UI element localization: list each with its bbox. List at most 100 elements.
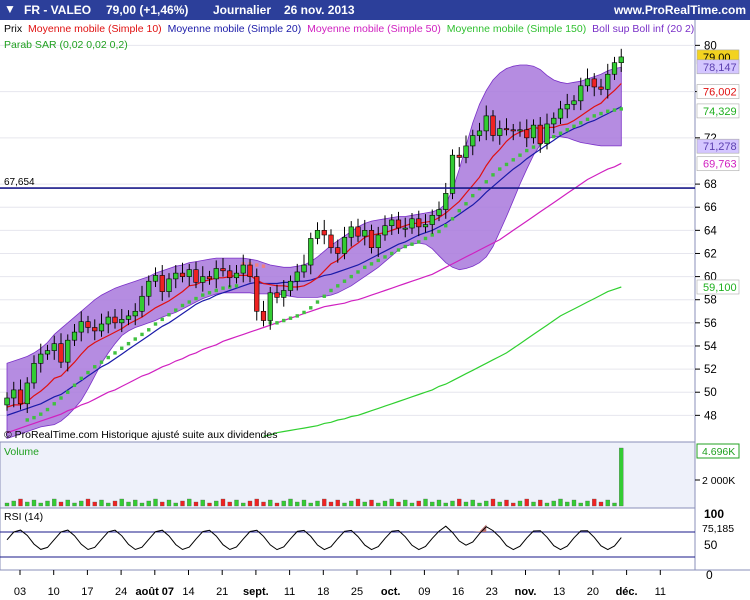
volume-bar [578, 502, 583, 507]
rsi-tick-0: 0 [706, 568, 713, 582]
sar-dot [32, 415, 36, 420]
site-name[interactable]: www.ProRealTime.com [614, 3, 746, 17]
sar-dot [336, 284, 340, 288]
sar-dot [410, 242, 414, 246]
candle-body [17, 389, 24, 405]
last-price: 79,00 (+1,46%) [106, 3, 189, 17]
sar-dot [99, 360, 104, 364]
sar-dot [572, 124, 576, 128]
sar-dot [342, 279, 347, 283]
price-tag-text: 69,763 [703, 159, 737, 171]
sar-dot [315, 300, 320, 304]
sar-dot [180, 303, 185, 308]
volume-bar [470, 499, 475, 507]
candle-body [335, 247, 341, 254]
candle-body [11, 389, 17, 399]
volume-bar [133, 499, 138, 507]
sar-dot [417, 240, 421, 244]
sar-dot [52, 402, 56, 406]
volume-bar [187, 498, 192, 507]
volume-bar [517, 500, 523, 507]
volume-bar [592, 498, 597, 507]
candle-body [618, 56, 624, 63]
candle-body [524, 129, 530, 139]
volume-bar [301, 499, 307, 507]
sar-dot [66, 390, 70, 394]
volume-bar [369, 499, 374, 507]
volume-bar [450, 500, 455, 507]
volume-bar [524, 498, 529, 507]
sar-dot [147, 328, 151, 332]
instrument-name: FR - VALEO [24, 3, 92, 17]
volume-bar [38, 502, 43, 507]
sar-dot [565, 128, 569, 132]
volume-bar [443, 502, 448, 507]
sar-dot [261, 264, 266, 268]
price-tag-text: 59,100 [703, 282, 737, 294]
level-label: 67,654 [4, 177, 35, 188]
chart-window: ▼ FR - VALEO 79,00 (+1,46%) Journalier 2… [0, 0, 750, 600]
candle-body [328, 234, 334, 248]
sar-dot [329, 288, 333, 293]
candle-body [4, 397, 10, 406]
volume-bar [612, 502, 617, 507]
volume-bar [504, 499, 509, 507]
volume-bar [261, 501, 266, 507]
candle-body [584, 78, 591, 87]
legend-mm20: Moyenne mobile (Simple 20) [168, 23, 302, 35]
candle-body [294, 271, 300, 282]
sar-dot [140, 332, 144, 337]
rsi-value: 75,185 [702, 523, 734, 535]
candle-body [348, 226, 354, 238]
candle-body [503, 128, 510, 131]
candle-body [490, 115, 496, 136]
sar-dot [201, 293, 205, 297]
volume-bar [342, 502, 347, 507]
sar-dot [234, 284, 239, 288]
volume-bar [497, 501, 502, 507]
title-bar: ▼ FR - VALEO 79,00 (+1,46%) Journalier 2… [0, 0, 750, 20]
volume-bar [403, 499, 408, 507]
volume-bar [551, 500, 556, 507]
volume-bar [430, 501, 435, 507]
x-tick-label: 21 [216, 586, 228, 598]
candle-body [78, 321, 84, 333]
x-tick-label: 13 [553, 586, 565, 598]
rsi-tick-100: 100 [704, 507, 724, 521]
candle-body [152, 275, 159, 282]
sar-dot [113, 351, 117, 355]
volume-bar [254, 498, 259, 507]
candle-body [341, 236, 348, 254]
menu-arrow-icon[interactable]: ▼ [4, 2, 16, 16]
candle-body [132, 310, 138, 317]
sar-dot [423, 236, 428, 241]
candle-body [58, 343, 64, 363]
candle-body [510, 129, 516, 132]
sar-dot [376, 258, 380, 263]
volume-bar [180, 500, 185, 507]
sar-dot [396, 248, 401, 252]
volume-bar [349, 500, 354, 507]
x-tick-label: août 07 [136, 586, 175, 598]
volume-bar [153, 498, 158, 507]
candle-body [395, 219, 402, 229]
volume-bar [193, 501, 199, 507]
volume-bar [58, 501, 64, 507]
volume-value: 4.696K [702, 446, 735, 458]
candle-body [233, 272, 240, 279]
price-tag-text: 76,002 [703, 87, 737, 99]
candle-body [85, 321, 91, 328]
sar-dot [160, 317, 164, 322]
volume-bar [146, 500, 151, 507]
candle-body [321, 230, 327, 236]
sar-dot [504, 162, 509, 167]
legend-boll: Boll sup Boll inf (20 2) [592, 23, 694, 35]
sar-dot [133, 337, 137, 341]
candle-body [436, 209, 442, 216]
sar-dot [349, 274, 353, 279]
x-tick-label: 03 [14, 586, 26, 598]
volume-bar [477, 502, 482, 507]
sar-dot [450, 217, 455, 221]
volume-bar [558, 498, 563, 507]
sar-dot [518, 153, 522, 157]
